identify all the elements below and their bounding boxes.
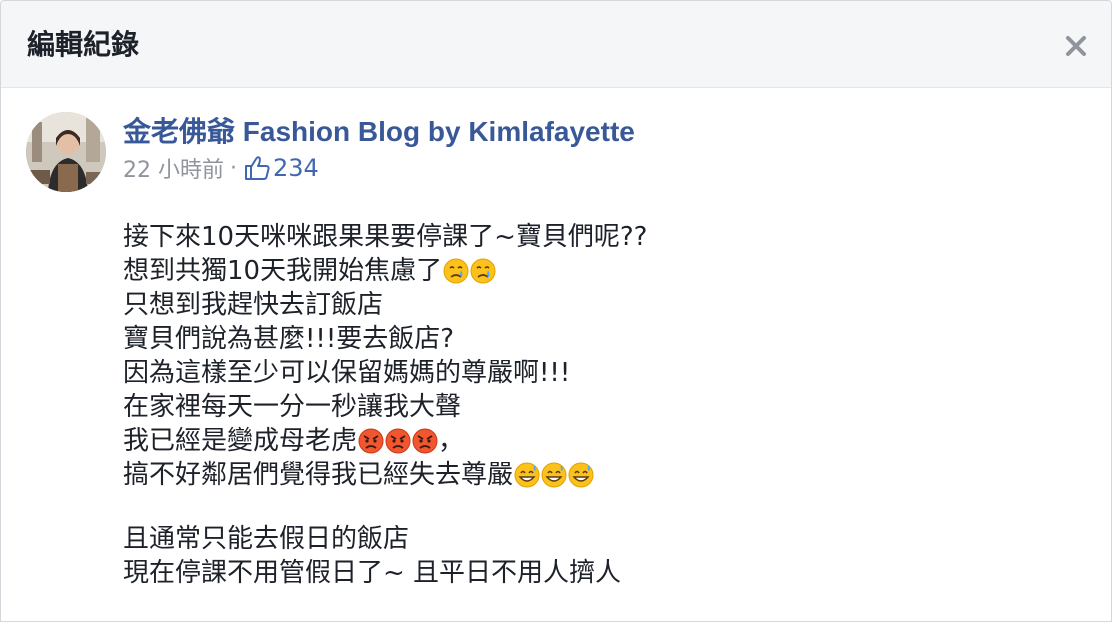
post-line: 現在停課不用管假日了~ 且平日不用人擠人 (123, 556, 1083, 590)
dialog-header: 編輯紀錄 (1, 1, 1111, 88)
dialog-title: 編輯紀錄 (27, 28, 140, 61)
angry-face-icon (385, 428, 411, 454)
post-line-text: 在家裡每天一分一秒讓我大聲 (123, 392, 462, 422)
angry-face-icon (358, 428, 384, 454)
author-name[interactable]: 金老佛爺 Fashion Blog by Kimlafayette (123, 114, 635, 150)
post-line-text: 寶貝們說為甚麼!!!要去飯店? (123, 324, 455, 354)
post-line-text: 現在停課不用管假日了~ 且平日不用人擠人 (123, 558, 622, 588)
post-line: 且通常只能去假日的飯店 (123, 522, 1083, 556)
avatar[interactable] (26, 112, 106, 192)
post-time[interactable]: 22 小時前 (123, 152, 224, 184)
close-button[interactable] (1061, 31, 1091, 61)
edit-history-dialog: 編輯紀錄 金老佛爺 Fashion Blog by Kimlafayette 2… (0, 0, 1112, 622)
post-line: 只想到我趕快去訂飯店 (123, 288, 1083, 322)
crying-face-icon (470, 258, 496, 284)
post-body: 接下來10天咪咪跟果果要停課了~寶貝們呢?? 想到共獨10天我開始焦慮了 只想到… (123, 220, 1083, 590)
post: 金老佛爺 Fashion Blog by Kimlafayette 22 小時前… (1, 88, 1111, 621)
post-line: 寶貝們說為甚麼!!!要去飯店? (123, 322, 1083, 356)
post-line: 搞不好鄰居們覺得我已經失去尊嚴 (123, 458, 1083, 492)
angry-face-icon (412, 428, 438, 454)
post-line-text: 接下來10天咪咪跟果果要停課了~寶貝們呢?? (123, 222, 648, 252)
post-meta: 22 小時前 · 234 (123, 152, 319, 184)
crying-face-icon (443, 258, 469, 284)
grinning-sweat-face-icon (541, 462, 567, 488)
post-line-text: 且通常只能去假日的飯店 (123, 524, 410, 554)
avatar-image (26, 112, 106, 192)
close-icon[interactable] (1061, 31, 1091, 61)
paragraph-break (123, 492, 1083, 522)
post-line: 我已經是變成母老虎 ， (123, 424, 1083, 458)
post-line-text: 因為這樣至少可以保留媽媽的尊嚴啊!!! (123, 358, 571, 388)
post-line-text: 想到共獨10天我開始焦慮了 (123, 256, 443, 286)
grinning-sweat-face-icon (514, 462, 540, 488)
post-line-text: 只想到我趕快去訂飯店 (123, 290, 384, 320)
post-line: 想到共獨10天我開始焦慮了 (123, 254, 1083, 288)
like-count[interactable]: 234 (273, 154, 319, 182)
post-line-suffix: ， (438, 426, 465, 456)
post-line: 接下來10天咪咪跟果果要停課了~寶貝們呢?? (123, 220, 1083, 254)
post-line: 因為這樣至少可以保留媽媽的尊嚴啊!!! (123, 356, 1083, 390)
post-line-text: 我已經是變成母老虎 (123, 426, 358, 456)
grinning-sweat-face-icon (568, 462, 594, 488)
post-line-text: 搞不好鄰居們覺得我已經失去尊嚴 (123, 460, 514, 490)
thumbs-up-icon[interactable] (243, 154, 271, 182)
meta-separator: · (230, 155, 237, 181)
post-line: 在家裡每天一分一秒讓我大聲 (123, 390, 1083, 424)
